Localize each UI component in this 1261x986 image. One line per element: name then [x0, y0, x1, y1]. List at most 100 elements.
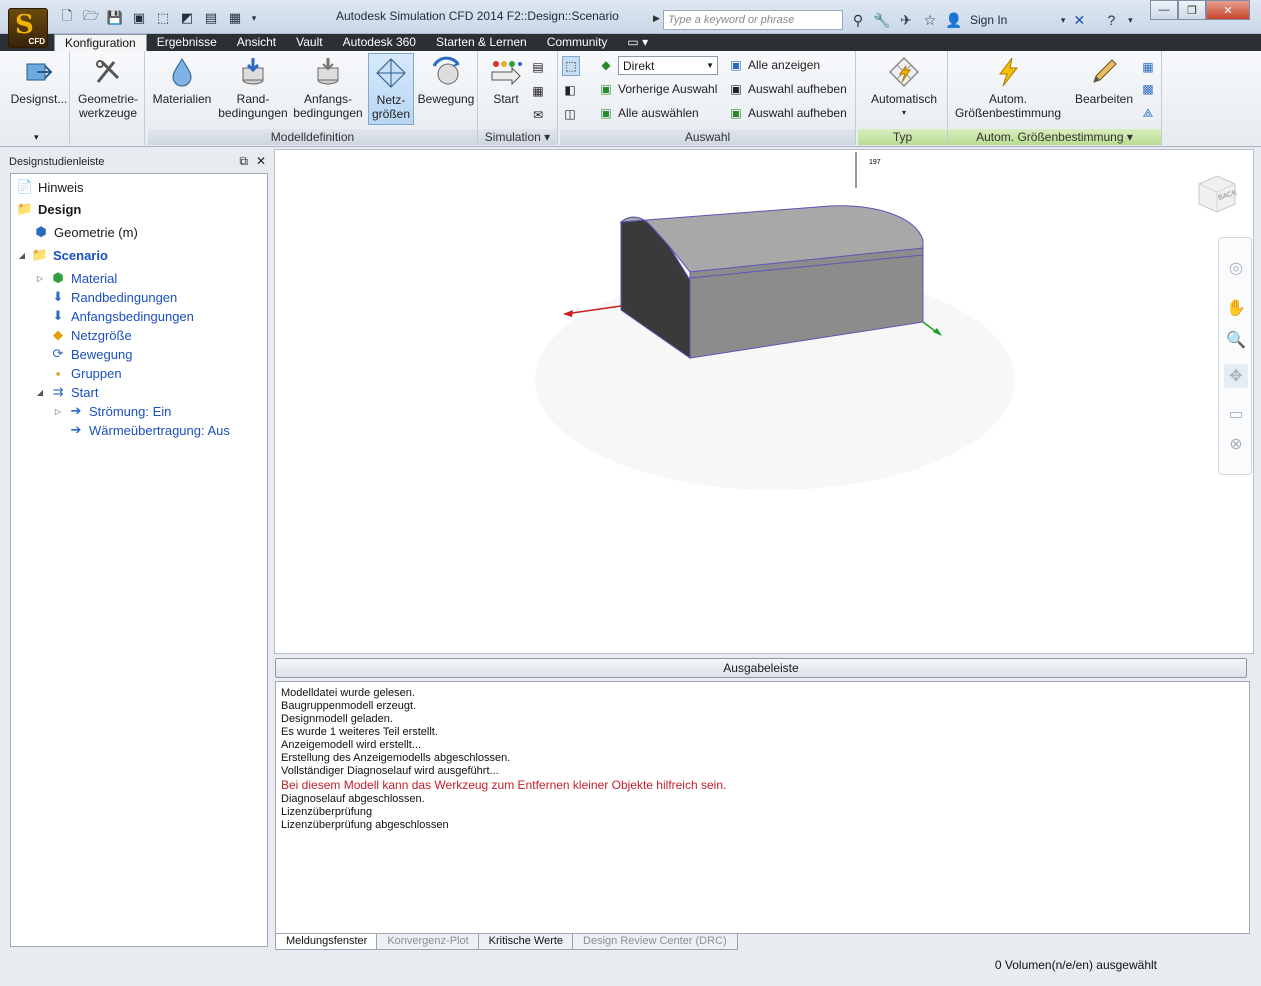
binoculars-icon[interactable]: ⚲ — [848, 10, 868, 30]
tab-starten-lernen[interactable]: Starten & Lernen — [426, 34, 537, 51]
edit-button[interactable]: Bearbeiten — [1070, 53, 1138, 125]
tab-ansicht[interactable]: Ansicht — [227, 34, 286, 51]
initial-conditions-tree-icon: ⬇ — [52, 308, 64, 323]
select-icon[interactable]: ⬚ — [152, 8, 174, 28]
motion-button[interactable]: Bewegung — [416, 53, 476, 125]
exchange-x-icon[interactable]: ✕ — [1069, 10, 1089, 30]
tree-item-motion[interactable]: ⟳ Bewegung — [50, 346, 133, 362]
zoom-icon[interactable]: 🔍 — [1224, 328, 1248, 352]
viewcube[interactable]: BACK — [1193, 170, 1239, 216]
tree-item-hinweis[interactable]: 📄 Hinweis — [17, 179, 84, 195]
previous-selection-button[interactable]: ▣ Vorherige Auswahl — [598, 79, 717, 99]
mesh-grid-icon[interactable]: ▩ — [1140, 79, 1156, 99]
materials-button[interactable]: Materialien — [150, 53, 214, 125]
panel-design-expand-icon[interactable]: ▾ — [34, 132, 39, 143]
shape-icon[interactable]: ◩ — [176, 8, 198, 28]
sign-in-dropdown-icon[interactable]: ▾ — [1011, 10, 1066, 30]
automatic-type-button[interactable]: Automatisch ▾ — [864, 53, 944, 125]
design-study-button[interactable]: Designst... — [10, 53, 68, 125]
close-button[interactable]: ✕ — [1206, 0, 1250, 20]
select-surface-icon[interactable]: ◧ — [562, 80, 578, 100]
sign-in-link[interactable]: Sign In — [970, 13, 1007, 27]
sim-report-icon[interactable]: ▦ — [530, 81, 546, 101]
selection-mode-dropdown[interactable]: Direkt ▼ — [618, 56, 718, 75]
quick-access-toolbar: 🗋 🗁 💾 ▣ ⬚ ◩ ▤ ▦ ▾ — [56, 8, 260, 30]
geometry-tools-button[interactable]: Geometrie- werkzeuge — [73, 53, 143, 125]
float-panel-icon[interactable]: ⧉ — [239, 154, 248, 169]
tree-item-design[interactable]: 📁 Design — [17, 201, 81, 217]
panel-auto-sizing: Autom. Größenbestimmung Bearbeiten Autom… — [948, 51, 1162, 145]
output-bar-header[interactable]: Ausgabeleiste — [275, 658, 1247, 678]
minimize-button[interactable]: — — [1150, 0, 1178, 20]
tree-item-boundary-conditions[interactable]: ⬇ Randbedingungen — [50, 289, 178, 305]
tab-message-window[interactable]: Meldungsfenster — [275, 934, 379, 950]
mesh-sizes-button[interactable]: Netz- größen — [368, 53, 414, 125]
mesh-view-icon[interactable]: ▦ — [1140, 57, 1156, 77]
collapse-icon[interactable]: ◢ — [17, 251, 27, 260]
show-all-button[interactable]: ▣ Alle anzeigen — [728, 55, 820, 75]
select-all-button[interactable]: ▣ Alle auswählen — [598, 103, 698, 123]
orbit-icon[interactable]: ✥ — [1224, 364, 1248, 388]
select-edge-icon[interactable]: ◫ — [562, 104, 578, 124]
steering-wheel-icon[interactable]: ◎ — [1224, 256, 1248, 280]
geometry-tools-icon — [91, 55, 125, 89]
tree-item-heat-transfer[interactable]: ➔ Wärmeübertragung: Aus — [68, 422, 230, 438]
wrench-icon[interactable]: 🔧 — [872, 10, 892, 30]
favorites-star-icon[interactable]: ☆ — [920, 10, 940, 30]
close-panel-icon[interactable]: ✕ — [256, 154, 266, 169]
tab-critical-values[interactable]: Kritische Werte — [477, 934, 575, 950]
initial-conditions-button[interactable]: Anfangs- bedingungen — [292, 53, 364, 125]
satellite-icon[interactable]: ✈ — [896, 10, 916, 30]
collapse-icon[interactable]: ◢ — [35, 388, 45, 397]
deselect-button-1[interactable]: ▣ Auswahl aufheben — [728, 79, 846, 99]
open-folder-icon[interactable]: 🗁 — [80, 8, 102, 28]
maximize-button[interactable]: ❐ — [1178, 0, 1206, 20]
application-menu-button[interactable]: S CFD — [8, 8, 48, 48]
tab-design-review-center[interactable]: Design Review Center (DRC) — [572, 934, 738, 950]
initial-conditions-icon — [311, 55, 345, 89]
expand-icon[interactable]: ▷ — [35, 274, 45, 283]
tab-community[interactable]: Community — [537, 34, 618, 51]
tree-item-geometry[interactable]: ⬢ Geometrie (m) — [33, 224, 137, 240]
tab-konfiguration[interactable]: Konfiguration — [54, 34, 147, 51]
3d-viewport[interactable]: 197 BACK — [274, 149, 1254, 654]
select-volume-icon[interactable]: ⬚ — [562, 56, 580, 76]
new-file-icon[interactable]: 🗋 — [56, 8, 78, 28]
expand-icon[interactable]: ▷ — [53, 407, 63, 416]
mesh-refine-icon[interactable]: ⟁ — [1140, 103, 1156, 123]
tree-item-initial-conditions[interactable]: ⬇ Anfangsbedingungen — [50, 308, 194, 324]
automatic-dropdown-icon: ▾ — [901, 108, 906, 117]
layout-icon[interactable]: ▦ — [224, 8, 246, 28]
output-tabs: Meldungsfenster Konvergenz-Plot Kritisch… — [275, 934, 738, 952]
auto-sizing-button[interactable]: Autom. Größenbestimmung — [952, 53, 1064, 125]
tree-item-flow[interactable]: ▷ ➔ Strömung: Ein — [53, 403, 171, 419]
boundary-conditions-button[interactable]: Rand- bedingungen — [218, 53, 288, 125]
tab-convergence-plot[interactable]: Konvergenz-Plot — [376, 934, 480, 950]
tab-ergebnisse[interactable]: Ergebnisse — [147, 34, 227, 51]
center-icon[interactable]: ⊗ — [1224, 432, 1248, 456]
help-icon[interactable]: ? — [1101, 10, 1121, 30]
design-study-label: Designst... — [10, 92, 68, 106]
tab-autodesk-360[interactable]: Autodesk 360 — [333, 34, 426, 51]
tab-vault[interactable]: Vault — [286, 34, 332, 51]
tree-item-groups[interactable]: ▪ Gruppen — [50, 365, 122, 381]
deselect-icon: ▣ — [730, 106, 742, 120]
tree-item-material[interactable]: ▷ ⬢ Material — [35, 270, 117, 286]
search-expand-icon[interactable]: ▶ — [653, 13, 660, 24]
start-simulation-button[interactable]: Start — [484, 53, 528, 125]
tree-item-scenario[interactable]: ◢ 📁 Scenario — [17, 247, 108, 263]
deselect-button-2[interactable]: ▣ Auswahl aufheben — [728, 103, 846, 123]
look-at-icon[interactable]: ▭ — [1224, 402, 1248, 426]
properties-icon[interactable]: ▤ — [200, 8, 222, 28]
sim-mail-icon[interactable]: ✉ — [530, 105, 546, 125]
qat-dropdown-icon[interactable]: ▾ — [248, 8, 260, 28]
save-all-icon[interactable]: ▣ — [128, 8, 150, 28]
ribbon-options-icon[interactable]: ▭ ▾ — [617, 34, 658, 51]
tree-item-mesh-size[interactable]: ◆ Netzgröße — [50, 327, 132, 343]
search-input[interactable]: Type a keyword or phrase — [663, 10, 843, 30]
tree-item-start[interactable]: ◢ ⇉ Start — [35, 384, 99, 400]
save-icon[interactable]: 💾 — [104, 8, 126, 28]
help-dropdown-icon[interactable]: ▾ — [1125, 10, 1135, 30]
pan-hand-icon[interactable]: ✋ — [1224, 296, 1248, 320]
sim-settings-icon[interactable]: ▤ — [530, 57, 546, 77]
